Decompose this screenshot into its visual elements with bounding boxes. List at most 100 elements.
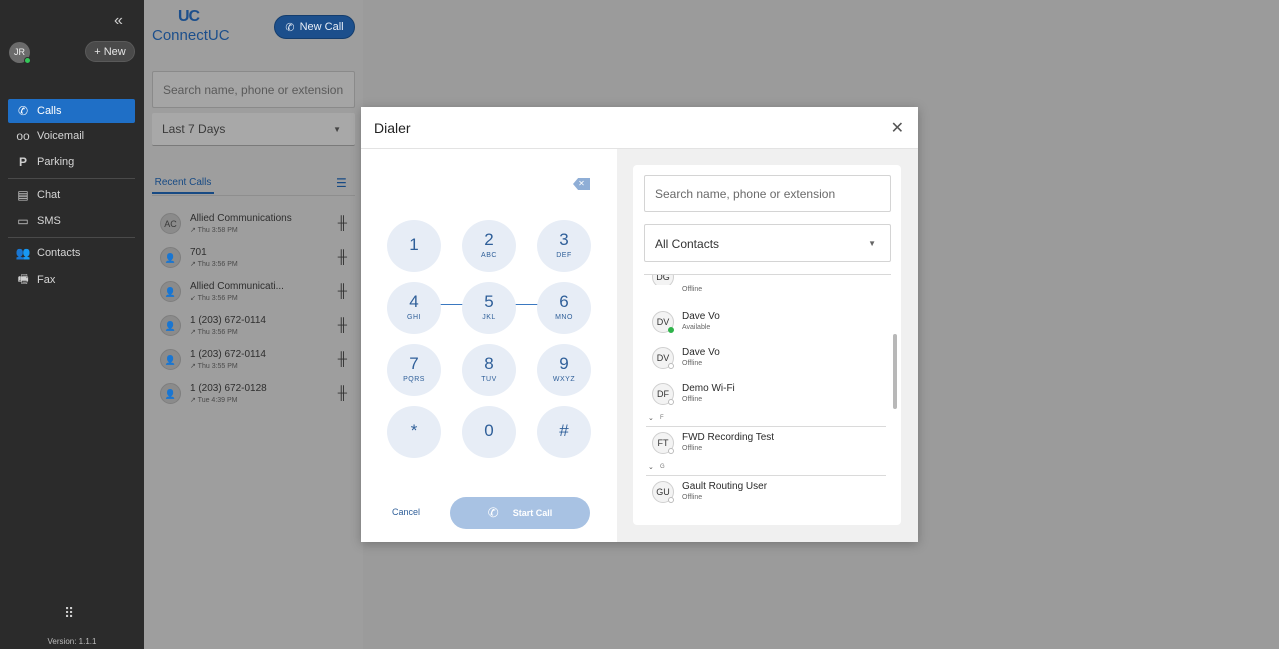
phone-plus-icon: ✆ [285, 21, 295, 34]
key-digit: 8 [484, 354, 494, 373]
nav-divider [8, 178, 135, 179]
sidebar-item-parking[interactable]: P Parking [8, 150, 135, 174]
sidebar-item-label: Fax [37, 274, 56, 286]
dial-key-0[interactable]: 0 [462, 406, 516, 458]
presence-dot [24, 57, 31, 64]
contact-status: Offline [682, 286, 703, 293]
caret-down-icon: ▼ [868, 239, 876, 248]
call-row[interactable]: AC Allied Communications ↗ Thu 3:58 PM ╫ [152, 207, 355, 241]
call-row[interactable]: 👤 Allied Communicati... ↙ Thu 3:56 PM ╫ [152, 275, 355, 309]
contact-item[interactable]: DV Dave Vo Offline [650, 344, 885, 380]
call-row[interactable]: 👤 1 (203) 672-0114 ↗ Thu 3:56 PM ╫ [152, 309, 355, 343]
contact-item[interactable]: GU Gault Routing User Offline [650, 478, 885, 514]
contact-status: Offline [682, 396, 703, 403]
recording-waveform-icon[interactable]: ╫ [338, 249, 347, 264]
dial-key-1[interactable]: 1 [387, 220, 441, 272]
filter-icon[interactable]: ☰ [336, 176, 347, 190]
section-header-g[interactable]: ⌄ G [646, 462, 886, 476]
person-icon: 👤 [160, 315, 181, 336]
double-chevron-left-icon[interactable]: « [114, 12, 123, 30]
phone-icon: ✆ [17, 104, 29, 118]
dialpad-grid-icon[interactable]: ⠿ [64, 605, 74, 622]
tab-recent-calls[interactable]: Recent Calls [152, 172, 214, 194]
sidebar-item-voicemail[interactable]: oo Voicemail [8, 124, 135, 148]
date-range-select[interactable]: Last 7 Days ▼ [152, 113, 355, 146]
call-time: ↙ Thu 3:56 PM [190, 295, 238, 302]
call-time: ↗ Thu 3:55 PM [190, 363, 238, 370]
search-placeholder: Search name, phone or extension [655, 187, 836, 201]
contact-initials: DF [657, 389, 669, 399]
dialer-header: Dialer ✕ [361, 107, 918, 149]
contacts-filter-select[interactable]: All Contacts ▼ [644, 224, 891, 262]
logo-name: ConnectUC [152, 27, 230, 44]
presence-dot [668, 363, 674, 369]
start-call-button[interactable]: ✆ Start Call [450, 497, 590, 529]
contacts-icon: 👥 [15, 246, 31, 260]
chevron-down-icon: ⌄ [648, 415, 654, 422]
section-header-f[interactable]: ⌄ F [646, 413, 886, 427]
contact-initials: DV [656, 353, 670, 363]
presence-dot [668, 399, 674, 405]
call-avatar: AC [160, 213, 181, 234]
contact-item[interactable]: DG [650, 275, 885, 285]
contact-initials: DV [656, 317, 670, 327]
call-time: ↗ Thu 3:56 PM [190, 329, 238, 336]
contacts-scrollbar[interactable] [893, 334, 897, 409]
dial-key-7[interactable]: 7 PQRS [387, 344, 441, 396]
version-label: Version: 1.1.1 [47, 637, 97, 646]
dial-key-8[interactable]: 8 TUV [462, 344, 516, 396]
new-button[interactable]: + New [85, 41, 135, 62]
sidebar-item-label: Parking [37, 156, 75, 168]
close-icon[interactable]: ✕ [891, 118, 904, 138]
left-nav: « JR + New ✆ Calls oo Voicemail P Parking ▤… [0, 0, 144, 649]
key-letters: ABC [481, 252, 497, 259]
nav-divider [8, 237, 135, 238]
recent-search-input[interactable]: Search name, phone or extension [152, 71, 355, 108]
sidebar-item-sms[interactable]: ▭ SMS [8, 209, 135, 233]
call-row[interactable]: 👤 1 (203) 672-0128 ↗ Tue 4:39 PM ╫ [152, 377, 355, 411]
key-digit: 7 [409, 354, 419, 373]
dial-key-9[interactable]: 9 WXYZ [537, 344, 591, 396]
dial-key-3[interactable]: 3 DEF [537, 220, 591, 272]
avatar[interactable]: JR [9, 42, 31, 64]
contacts-search-input[interactable]: Search name, phone or extension [644, 175, 891, 212]
call-row[interactable]: 👤 1 (203) 672-0114 ↗ Thu 3:55 PM ╫ [152, 343, 355, 377]
dial-key-6[interactable]: 6 MNO [537, 282, 591, 334]
call-name: 1 (203) 672-0114 [190, 315, 266, 326]
contact-item[interactable]: FT FWD Recording Test Offline [650, 429, 885, 465]
key-letters: WXYZ [552, 376, 576, 383]
recording-waveform-icon[interactable]: ╫ [338, 351, 347, 366]
contact-initials: FT [657, 438, 669, 448]
new-call-button[interactable]: ✆ New Call [274, 15, 355, 39]
recording-waveform-icon[interactable]: ╫ [338, 215, 347, 230]
call-time: ↗ Thu 3:56 PM [190, 261, 238, 268]
contact-avatar: DV [652, 311, 674, 333]
contact-avatar: DV [652, 347, 674, 369]
call-row[interactable]: 👤 701 ↗ Thu 3:56 PM ╫ [152, 241, 355, 275]
logo-mark: UC [178, 8, 200, 25]
recording-waveform-icon[interactable]: ╫ [338, 385, 347, 400]
sidebar-item-contacts[interactable]: 👥 Contacts [8, 241, 135, 265]
dial-key-4[interactable]: 4 GHI [387, 282, 441, 334]
dial-key-5[interactable]: 5 JKL [462, 282, 516, 334]
cancel-button[interactable]: Cancel [392, 507, 420, 517]
call-name: 1 (203) 672-0128 [190, 383, 267, 394]
dial-key-2[interactable]: 2 ABC [462, 220, 516, 272]
dialer-title: Dialer [374, 120, 411, 136]
key-letters: GHI [407, 314, 421, 321]
section-letter: F [660, 415, 664, 421]
sidebar-item-calls[interactable]: ✆ Calls [8, 99, 135, 123]
recording-waveform-icon[interactable]: ╫ [338, 283, 347, 298]
sidebar-item-label: Contacts [37, 247, 81, 259]
key-digit: 4 [409, 292, 419, 311]
key-digit: 9 [559, 354, 569, 373]
contact-item[interactable]: DF Demo Wi-Fi Offline [650, 380, 885, 416]
sidebar-item-fax[interactable]: 🖷 Fax [8, 268, 135, 292]
contact-status: Offline [682, 445, 703, 452]
key-digit: # [559, 421, 569, 440]
dial-key-star[interactable]: * [387, 406, 441, 458]
sidebar-item-chat[interactable]: ▤ Chat [8, 183, 135, 207]
recording-waveform-icon[interactable]: ╫ [338, 317, 347, 332]
contact-item[interactable]: DV Dave Vo Available [650, 308, 885, 344]
dial-key-hash[interactable]: # [537, 406, 591, 458]
